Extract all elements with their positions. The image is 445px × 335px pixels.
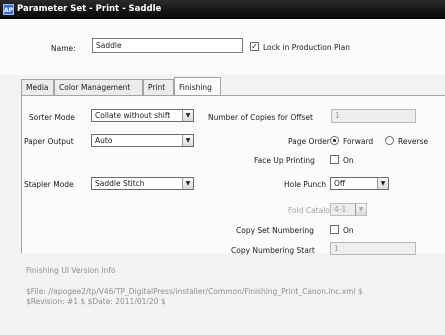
lock-production-plan-label: Lock in Production Plan — [263, 43, 350, 52]
chevron-down-icon: ▼ — [182, 135, 193, 146]
version-info-title: Finishing UI Version Info — [26, 266, 116, 275]
fold-catalog-select[interactable]: 4-1 ▼ — [330, 203, 367, 216]
version-info-section: Finishing UI Version Info $File: //apoge… — [21, 255, 445, 335]
finishing-panel: Sorter Mode Collate without shift ▼ Numb… — [21, 95, 445, 255]
copies-offset-label: Number of Copies for Offset — [208, 113, 313, 122]
stapler-mode-label: Stapler Mode — [24, 180, 74, 189]
copy-numbering-start-value: 1 — [334, 244, 339, 253]
fold-catalog-value: 4-1 — [334, 205, 347, 214]
chevron-down-icon: ▼ — [355, 204, 366, 215]
name-section: Name: Saddle ✓ Lock in Production Plan — [0, 19, 445, 75]
face-up-printing-on-label: On — [343, 156, 354, 165]
page-order-label: Page Order — [288, 137, 330, 146]
stapler-mode-value: Saddle Stitch — [95, 179, 145, 188]
sorter-mode-label: Sorter Mode — [29, 113, 75, 122]
window-title: Parameter Set - Print - Saddle — [17, 4, 162, 14]
sorter-mode-value: Collate without shift — [95, 111, 171, 120]
sorter-mode-select[interactable]: Collate without shift ▼ — [91, 109, 194, 122]
tab-media[interactable]: Media — [21, 79, 54, 95]
parameter-set-window: AP Parameter Set - Print - Saddle Name: … — [0, 0, 445, 335]
copy-set-numbering-on-label: On — [343, 226, 354, 235]
page-order-reverse-radio[interactable] — [385, 136, 394, 145]
fold-catalog-label: Fold Catalog — [288, 206, 335, 215]
chevron-down-icon: ▼ — [182, 178, 193, 189]
paper-output-value: Auto — [95, 136, 113, 145]
tab-finishing-label: Finishing — [179, 83, 212, 92]
copies-offset-value: 1 — [335, 111, 340, 120]
tab-print[interactable]: Print — [143, 79, 174, 95]
hole-punch-select[interactable]: Off ▼ — [330, 177, 389, 190]
paper-output-select[interactable]: Auto ▼ — [91, 134, 194, 147]
copy-set-numbering-checkbox[interactable] — [330, 225, 339, 234]
copies-offset-field[interactable]: 1 — [331, 109, 416, 123]
page-order-forward-radio[interactable] — [330, 136, 339, 145]
title-bar[interactable]: AP Parameter Set - Print - Saddle — [0, 0, 445, 19]
tab-finishing[interactable]: Finishing — [174, 77, 221, 96]
tab-color-management[interactable]: Color Management — [54, 79, 143, 95]
apogee-app-icon: AP — [3, 4, 14, 15]
copy-numbering-start-field[interactable]: 1 — [330, 242, 416, 255]
tab-color-management-label: Color Management — [59, 83, 131, 92]
face-up-printing-checkbox[interactable] — [330, 155, 339, 164]
version-revision-line: $Revision: #1 $ $Date: 2011/01/20 $ — [26, 297, 166, 306]
tab-media-label: Media — [26, 83, 49, 92]
hole-punch-value: Off — [334, 179, 346, 188]
page-order-forward-label: Forward — [343, 137, 374, 146]
name-value: Saddle — [96, 41, 122, 50]
version-file-line: $File: //apogee2/tp/V46/TP_DigitalPress/… — [26, 287, 363, 296]
paper-output-label: Paper Output — [24, 137, 74, 146]
face-up-printing-label: Face Up Printing — [254, 156, 315, 165]
hole-punch-label: Hole Punch — [284, 180, 327, 189]
name-field[interactable]: Saddle — [92, 38, 243, 53]
name-label: Name: — [51, 44, 76, 53]
tab-print-label: Print — [148, 83, 166, 92]
chevron-down-icon: ▼ — [182, 110, 193, 121]
copy-set-numbering-label: Copy Set Numbering — [236, 226, 314, 235]
chevron-down-icon: ▼ — [377, 178, 388, 189]
page-order-reverse-label: Reverse — [398, 137, 429, 146]
stapler-mode-select[interactable]: Saddle Stitch ▼ — [91, 177, 194, 190]
copy-numbering-start-label: Copy Numbering Start — [231, 246, 315, 255]
lock-production-plan-checkbox[interactable]: ✓ — [250, 42, 259, 51]
